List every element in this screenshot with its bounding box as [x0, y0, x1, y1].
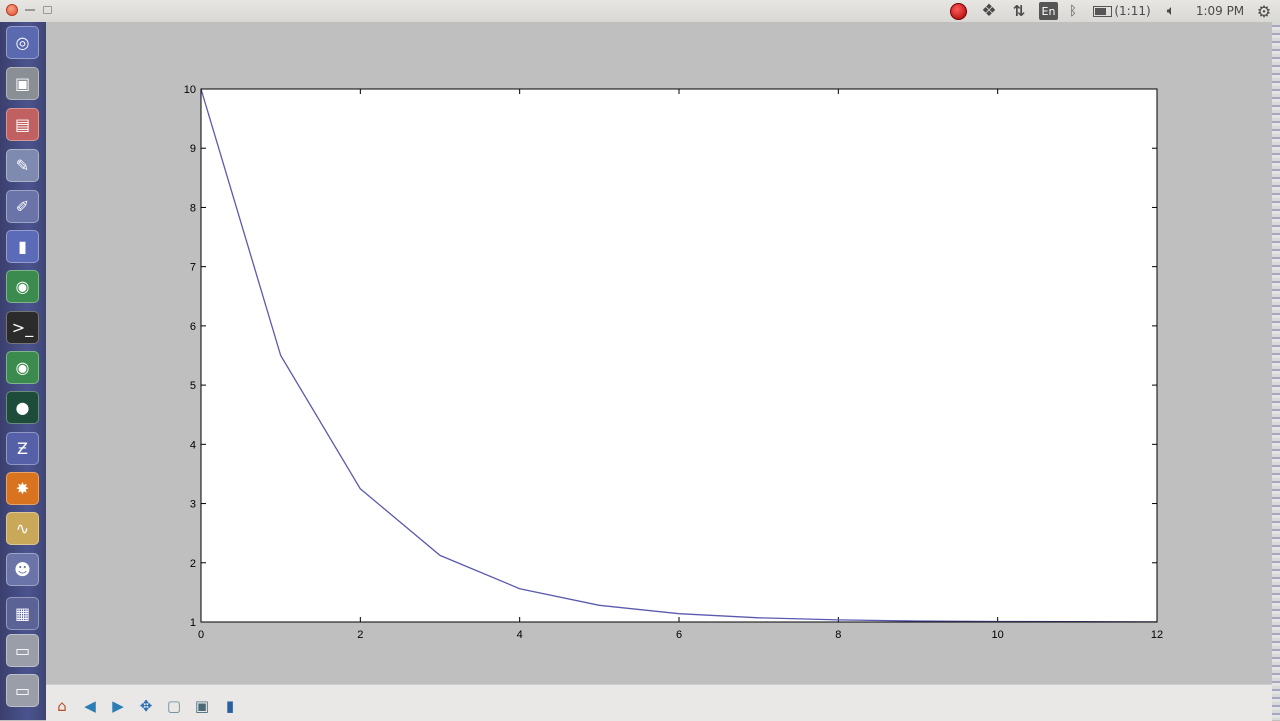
maximize-window-button[interactable]	[43, 6, 52, 14]
y-tick-label: 3	[190, 499, 196, 511]
pan-button[interactable]: ✥	[134, 694, 158, 718]
launcher-document-icon[interactable]: ▮	[6, 230, 39, 263]
navigation-toolbar: ⌂ ◀ ▶ ✥ ▢ ▣ ▮	[46, 684, 1272, 721]
launcher-camera-icon[interactable]: ▣	[6, 67, 39, 100]
x-tick-label: 2	[357, 629, 363, 641]
close-window-button[interactable]	[6, 4, 18, 16]
launcher-terminal-icon[interactable]: >_	[6, 311, 39, 344]
y-tick-label: 4	[190, 439, 196, 451]
launcher: ◎ ▣ ▤ ✎ ✐ ▮ ◉ >_ ◉ ● Ƶ ✸ ∿ ☻ ▦ ▭ ▭	[0, 22, 46, 720]
launcher-penguin-icon[interactable]: ☻	[6, 553, 39, 586]
gear-icon[interactable]: ⚙	[1254, 0, 1274, 22]
window-edge	[1272, 22, 1280, 720]
record-icon[interactable]	[948, 0, 968, 22]
network-icon[interactable]: ⇅	[1008, 0, 1030, 22]
x-tick-label: 12	[1151, 629, 1163, 641]
launcher-drive-icon[interactable]: ▭	[6, 634, 39, 667]
minimize-window-button[interactable]	[25, 9, 35, 11]
forward-button[interactable]: ▶	[106, 694, 130, 718]
zoom-button[interactable]: ▢	[162, 694, 186, 718]
x-tick-label: 8	[835, 629, 841, 641]
home-button[interactable]: ⌂	[50, 694, 74, 718]
top-panel: ❖ ⇅ En ᛒ (1:11) 🔈︎ 1:09 PM ⚙	[0, 0, 1280, 23]
clock[interactable]: 1:09 PM	[1192, 0, 1248, 22]
battery-time: (1:11)	[1114, 4, 1151, 18]
launcher-app-z-icon[interactable]: Ƶ	[6, 432, 39, 465]
save-button[interactable]: ▮	[218, 694, 242, 718]
y-tick-label: 8	[190, 202, 196, 214]
launcher-notes-icon[interactable]: ✐	[6, 190, 39, 223]
x-tick-label: 10	[992, 629, 1004, 641]
plot-area	[201, 89, 1157, 622]
volume-icon[interactable]: 🔈︎	[1160, 0, 1182, 22]
launcher-files-icon[interactable]: ▤	[6, 108, 39, 141]
launcher-drive-alt-icon[interactable]: ▭	[6, 674, 39, 707]
launcher-oscilloscope-icon[interactable]: ∿	[6, 512, 39, 545]
y-tick-label: 10	[184, 84, 196, 96]
battery-indicator[interactable]: (1:11)	[1089, 0, 1155, 22]
dropbox-icon[interactable]: ❖	[978, 0, 1000, 22]
y-tick-label: 1	[190, 617, 196, 629]
keyboard-layout-indicator[interactable]: En	[1039, 2, 1058, 20]
back-button[interactable]: ◀	[78, 694, 102, 718]
battery-icon	[1093, 5, 1113, 17]
y-tick-label: 9	[190, 143, 196, 155]
figure-canvas[interactable]: 0 2 4 6 8 10 12 1 2 3 4 5 6 7 8 9 10	[46, 22, 1272, 684]
y-tick-label: 6	[190, 321, 196, 333]
launcher-earth-icon[interactable]: ●	[6, 391, 39, 424]
y-tick-label: 2	[190, 558, 196, 570]
line-chart: 0 2 4 6 8 10 1212345678910	[184, 84, 1163, 641]
x-tick-label: 4	[517, 629, 523, 641]
launcher-workspace-icon[interactable]: ▦	[6, 597, 39, 630]
y-tick-label: 7	[190, 262, 196, 274]
subplots-button[interactable]: ▣	[190, 694, 214, 718]
bluetooth-icon[interactable]: ᛒ	[1066, 0, 1080, 22]
x-tick-label: 0	[198, 629, 204, 641]
x-tick-label: 6	[676, 629, 682, 641]
launcher-math-icon[interactable]: ✸	[6, 472, 39, 505]
launcher-chrome-icon[interactable]: ◉	[6, 270, 39, 303]
y-tick-label: 5	[190, 380, 196, 392]
launcher-chrome-alt-icon[interactable]: ◉	[6, 351, 39, 384]
launcher-text-editor-icon[interactable]: ✎	[6, 149, 39, 182]
launcher-dash-home-icon[interactable]: ◎	[6, 26, 39, 59]
